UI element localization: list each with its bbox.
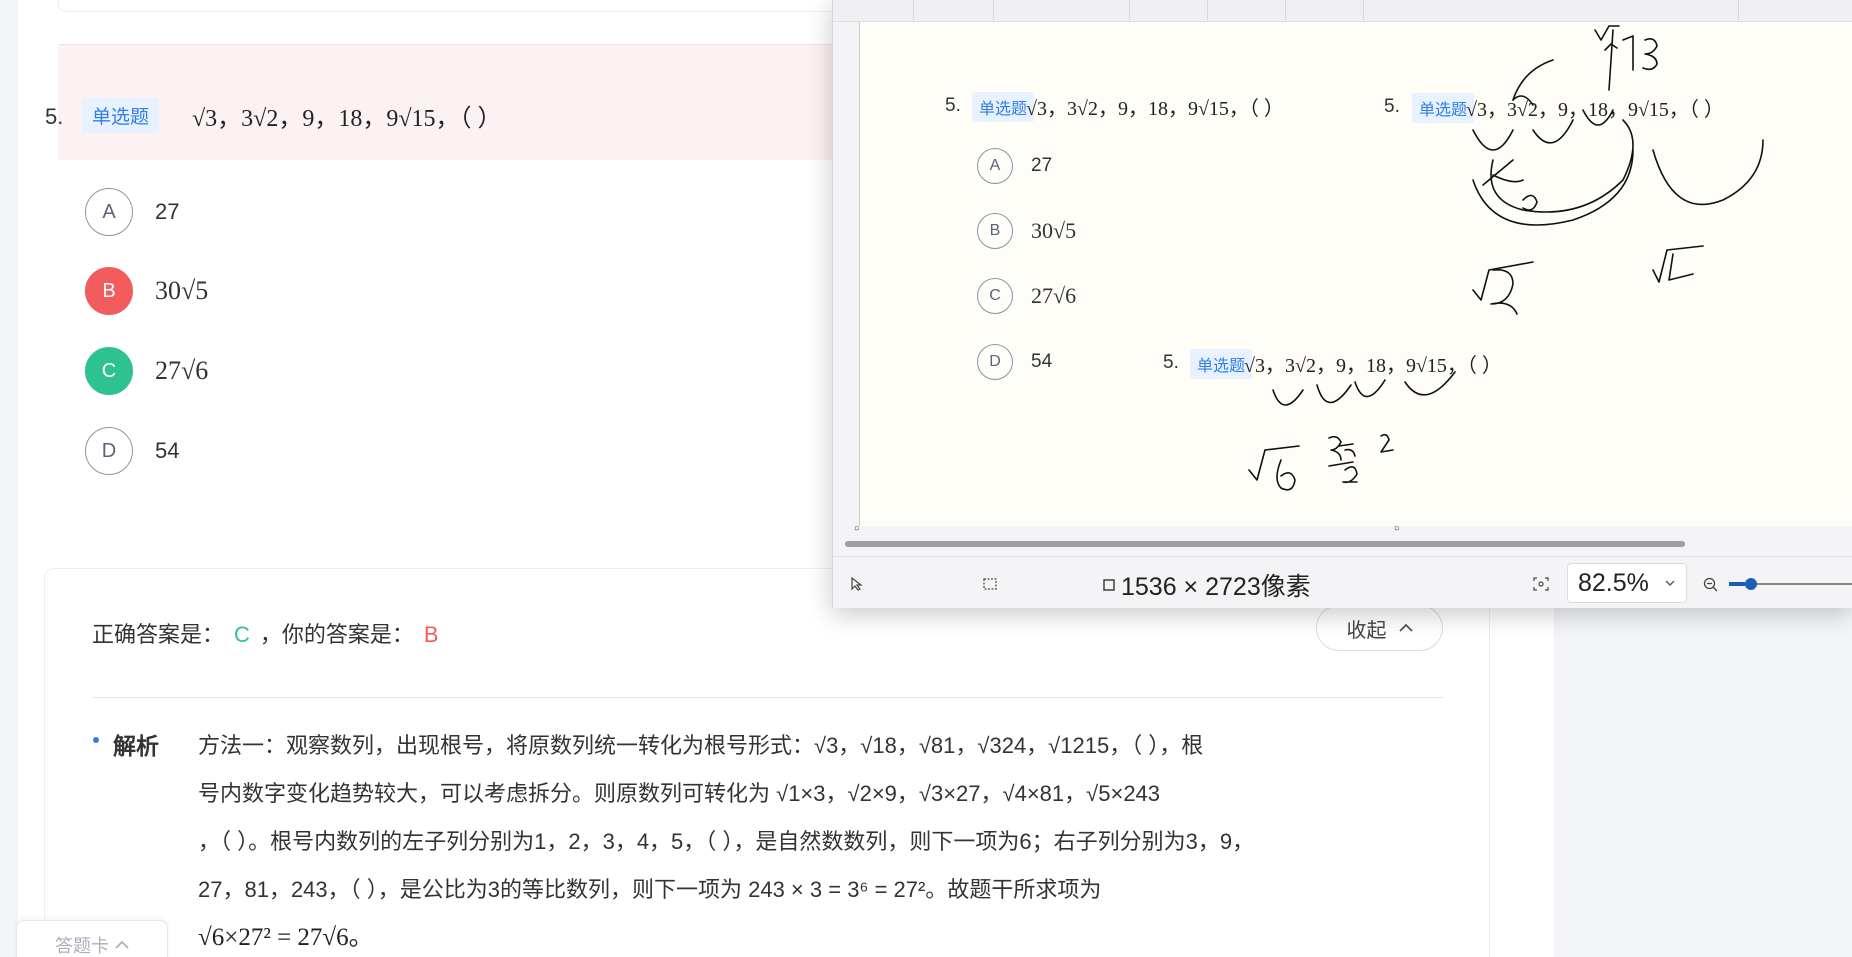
- chevron-down-icon: [1665, 580, 1675, 586]
- bullet-icon: [93, 737, 99, 743]
- horizontal-scrollbar[interactable]: [845, 540, 1845, 548]
- question-stem: √3，3√2，9，18，9√15，（ ）: [192, 106, 502, 132]
- option-letter: D: [85, 427, 133, 475]
- analysis-line: 号内数字变化趋势较大，可以考虑拆分。则原数列可转化为 √1×3，√2×9，√3×…: [198, 781, 1161, 806]
- analysis-line: ，（ ）。根号内数列的左子列分别为1，2，3，4，5，（ ），是自然数数列，则下…: [198, 829, 1255, 854]
- your-answer-label: ，你的答案是：: [259, 622, 414, 647]
- option-letter: C: [85, 347, 133, 395]
- option-letter: C: [977, 278, 1013, 314]
- analysis-text: 方法一：观察数列，出现根号，将原数列统一转化为根号形式：√3，√18，√81，√…: [198, 722, 1448, 957]
- zoom-out-icon[interactable]: [1703, 577, 1719, 593]
- snippet-stem: √3，3√2，9，18，9√15，（ ）: [1026, 98, 1284, 120]
- selection-icon[interactable]: [983, 578, 997, 590]
- option-value: 54: [155, 438, 180, 463]
- collapse-label: 收起: [1346, 619, 1387, 642]
- option-value: 27: [155, 199, 180, 224]
- scrollbar-thumb[interactable]: [845, 541, 1685, 547]
- zoom-dropdown[interactable]: 82.5%: [1567, 563, 1687, 603]
- answer-summary: 正确答案是： C ，你的答案是： B: [92, 617, 449, 649]
- zoom-slider[interactable]: [1729, 578, 1852, 590]
- resize-handle-icon[interactable]: ▫: [1394, 520, 1399, 537]
- question-number: 5.: [45, 104, 64, 129]
- resize-handle-icon[interactable]: ▫: [854, 520, 859, 537]
- pointer-icon[interactable]: [851, 577, 863, 591]
- option-value: 30√5: [1031, 218, 1077, 243]
- snippet-tag: 单选题: [972, 92, 1035, 122]
- analysis-label: 解析: [113, 733, 159, 759]
- option-letter: D: [977, 344, 1013, 380]
- option-letter: B: [977, 213, 1013, 249]
- zoom-value: 82.5%: [1578, 568, 1649, 597]
- snippet-option-d: D 54: [977, 344, 1052, 380]
- snippet-option-b: B 30√5: [977, 213, 1076, 249]
- snippet-number: 5.: [945, 95, 961, 116]
- correct-answer-label: 正确答案是：: [92, 622, 225, 647]
- chevron-up-icon: [115, 940, 129, 949]
- option-b[interactable]: B 30√5: [85, 267, 208, 315]
- viewer-status-bar: 1536 × 2723像素 82.5%: [833, 556, 1852, 608]
- correct-answer-value: C: [234, 622, 250, 647]
- option-letter: A: [85, 188, 133, 236]
- option-a[interactable]: A 27: [85, 188, 179, 236]
- previous-question-card: [58, 0, 958, 12]
- option-d[interactable]: D 54: [85, 427, 179, 475]
- option-c[interactable]: C 27√6: [85, 347, 208, 395]
- dimension-icon: [1103, 579, 1115, 591]
- option-letter: A: [977, 148, 1013, 184]
- option-value: 30√5: [155, 276, 209, 305]
- snippet-option-c: C 27√6: [977, 278, 1076, 314]
- answer-sheet-label: 答题卡: [55, 936, 109, 956]
- collapse-button[interactable]: 收起: [1316, 605, 1443, 651]
- viewer-canvas[interactable]: 5. 单选题 √3，3√2，9，18，9√15，（ ） 5. 单选题 √3，3√…: [854, 22, 1852, 537]
- option-value: 27√6: [1031, 283, 1077, 308]
- snippet-number: 5.: [1163, 352, 1179, 373]
- viewer-toolbar-strip: [833, 0, 1852, 22]
- analysis-line: 27，81，243，（ ），是公比为3的等比数列，则下一项为 243 × 3 =…: [198, 877, 1102, 902]
- option-value: 27√6: [155, 356, 209, 385]
- divider: [92, 697, 1444, 698]
- analysis-line: 方法一：观察数列，出现根号，将原数列统一转化为根号形式：√3，√18，√81，√…: [198, 733, 1204, 758]
- answer-sheet-toggle[interactable]: 答题卡: [16, 920, 168, 957]
- snippet-number: 5.: [1384, 96, 1400, 117]
- option-letter: B: [85, 267, 133, 315]
- snippet-option-a: A 27: [977, 148, 1052, 184]
- option-value: 27: [1031, 155, 1053, 176]
- image-viewer-window[interactable]: 5. 单选题 √3，3√2，9，18，9√15，（ ） 5. 单选题 √3，3√…: [832, 0, 1852, 608]
- chevron-up-icon: [1398, 623, 1413, 632]
- analysis-line: √6×27² = 27√6。: [198, 924, 374, 951]
- question-type-tag: 单选题: [82, 98, 160, 133]
- image-dimensions: 1536 × 2723像素: [1121, 573, 1311, 601]
- snippet-stem: √3，3√2，9，18，9√15，（ ）: [1244, 355, 1502, 377]
- zoom-slider-fill: [1729, 582, 1745, 586]
- snippet-stem: √3，3√2，9，18，9√15，（ ）: [1466, 99, 1724, 121]
- zoom-slider-thumb[interactable]: [1745, 578, 1757, 590]
- fit-to-screen-icon[interactable]: [1533, 577, 1549, 591]
- snippet-tag: 单选题: [1190, 349, 1253, 379]
- snippet-tag: 单选题: [1412, 93, 1475, 123]
- option-value: 54: [1031, 351, 1053, 372]
- your-answer-value: B: [423, 622, 439, 647]
